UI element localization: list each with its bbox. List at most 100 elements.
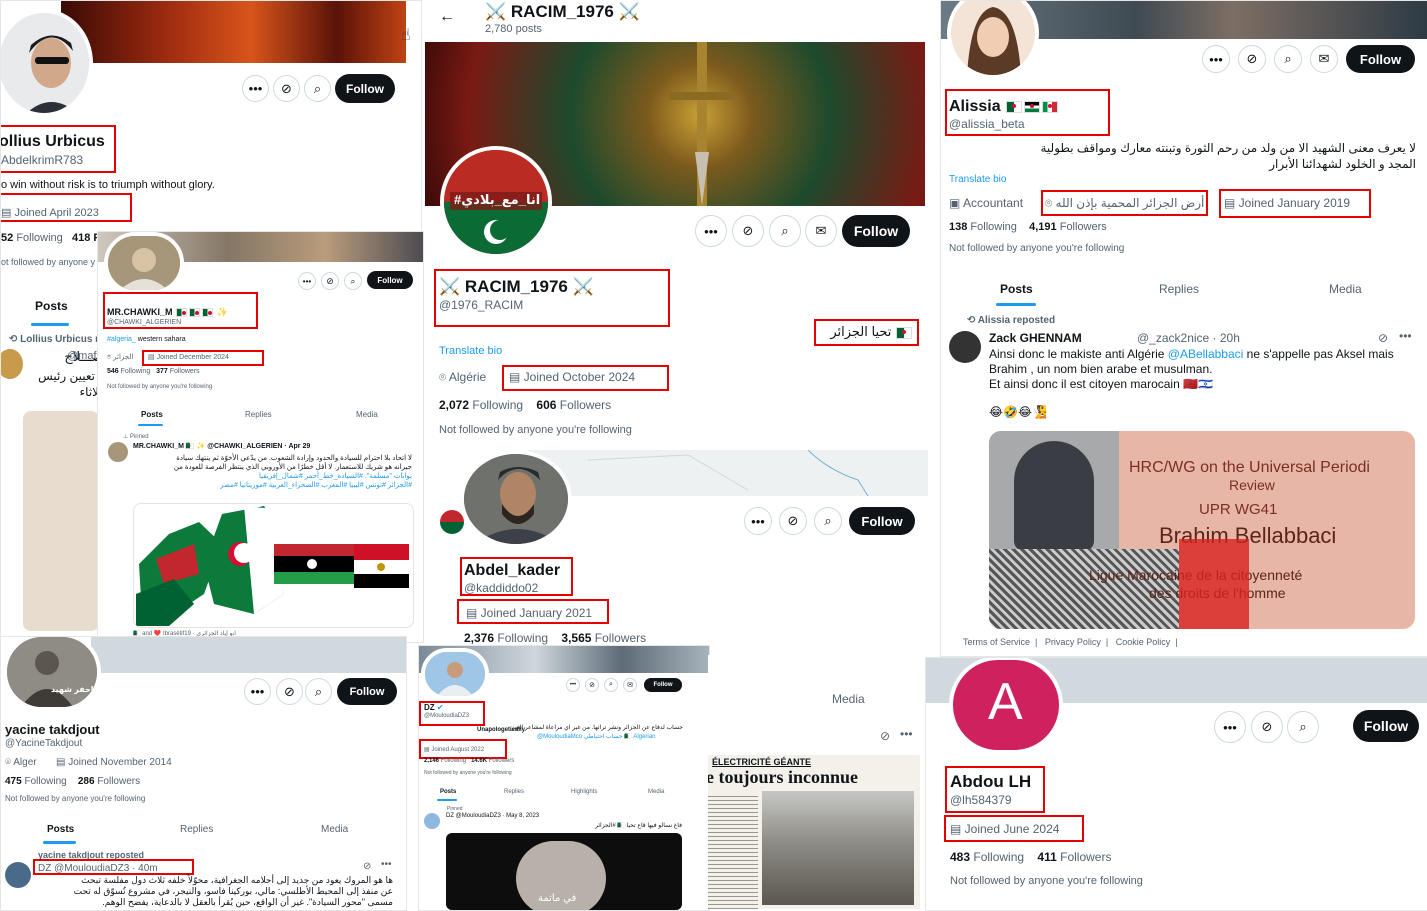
repost-label: ⟲ Lollius Urbicus r: [9, 334, 100, 345]
more-options-button[interactable]: •••: [242, 75, 269, 102]
tab-replies[interactable]: Replies: [180, 824, 213, 835]
not-followed-note: Not followed by anyone you're following: [5, 794, 146, 803]
more-options-button[interactable]: •••: [1214, 711, 1246, 743]
grok-icon[interactable]: ⊘: [1378, 331, 1388, 345]
back-arrow-icon[interactable]: ←: [439, 8, 455, 26]
message-icon[interactable]: ✉: [805, 215, 837, 247]
grok-icon[interactable]: ⊘: [273, 75, 300, 102]
follow-button[interactable]: Follow: [842, 215, 910, 247]
profile-card-racim: ← ⚔️ RACIM_1976 ⚔️ 2,780 posts #انا_مع_ب…: [425, 0, 930, 450]
more-icon[interactable]: •••: [381, 859, 392, 870]
search-icon[interactable]: ⌕: [305, 678, 332, 705]
more-options-button[interactable]: •••: [566, 678, 580, 692]
image-text: Review: [1229, 477, 1275, 493]
profile-location: ⌾ Alger: [5, 757, 37, 768]
follow-stats[interactable]: 2,072 Following 606 Followers: [439, 398, 611, 412]
headline: e toujours inconnue: [708, 767, 859, 787]
follow-stats[interactable]: 2,146 Following 14.6K Followers: [424, 758, 514, 764]
follow-stats[interactable]: 52 Following 418 F: [1, 232, 100, 244]
follow-stats[interactable]: 483 Following 411 Followers: [950, 850, 1111, 864]
message-icon[interactable]: ✉: [623, 678, 637, 692]
profile-avatar[interactable]: احفر شهيد: [3, 637, 101, 711]
highlight-name: [945, 766, 1045, 813]
translate-bio-link[interactable]: Translate bio: [439, 345, 502, 357]
more-options-button[interactable]: •••: [298, 272, 316, 290]
grok-icon[interactable]: ⊘: [1238, 45, 1266, 73]
tweet-image[interactable]: [23, 411, 99, 631]
follow-stats[interactable]: 138 Following 4,191 Followers: [949, 221, 1107, 233]
tweet-image-map[interactable]: [133, 503, 414, 628]
message-icon[interactable]: ✉: [1310, 45, 1338, 73]
repost-label: ⟲ Alissia reposted: [967, 315, 1056, 326]
tab-replies[interactable]: Replies: [245, 410, 272, 419]
follow-button[interactable]: Follow: [1346, 45, 1415, 73]
grok-icon[interactable]: ⊘: [732, 215, 764, 247]
grok-icon[interactable]: ⊘: [779, 507, 807, 535]
tab-media[interactable]: Media: [356, 410, 378, 419]
grok-icon[interactable]: ⊘: [321, 272, 339, 290]
tab-replies[interactable]: Replies: [504, 789, 524, 795]
tweet-avatar[interactable]: [1, 349, 23, 379]
search-icon[interactable]: ⌕: [769, 215, 801, 247]
grok-icon[interactable]: ⊘: [585, 678, 599, 692]
tab-media[interactable]: Media: [832, 692, 865, 706]
search-icon[interactable]: ⌕: [344, 272, 362, 290]
follow-button[interactable]: Follow: [335, 74, 395, 103]
tweet-avatar[interactable]: [949, 331, 981, 363]
search-icon[interactable]: ⌕: [1287, 711, 1319, 743]
follow-button[interactable]: Follow: [644, 678, 682, 692]
profile-location: ⌾ Algérie: [439, 370, 487, 384]
follow-stats[interactable]: 2,376 Following 3,565 Followers: [464, 631, 646, 645]
tweet-avatar[interactable]: [424, 813, 440, 829]
tab-posts[interactable]: Posts: [35, 299, 68, 313]
grok-icon[interactable]: ⊘: [276, 678, 303, 705]
more-options-button[interactable]: •••: [695, 215, 727, 247]
profile-avatar[interactable]: #انا_مع_بلادي: [440, 146, 552, 258]
newspaper-image[interactable]: ÉLECTRICITÉ GÉANTE e toujours inconnue: [708, 755, 920, 909]
follow-button[interactable]: Follow: [849, 507, 915, 535]
tab-highlights[interactable]: Highlights: [571, 789, 597, 795]
follow-button[interactable]: Follow: [1353, 710, 1419, 742]
follow-stats[interactable]: 475 Following 286 Followers: [5, 776, 140, 787]
search-icon[interactable]: ⌕: [814, 507, 842, 535]
avatar-text: #انا_مع_بلادي: [454, 192, 541, 207]
more-options-button[interactable]: •••: [1202, 45, 1230, 73]
follow-stats[interactable]: 546 Following 377 Followers: [107, 368, 200, 375]
tab-posts[interactable]: Posts: [1000, 282, 1033, 296]
tweet-image[interactable]: HRC/WG on the Universal Periodi Review U…: [989, 431, 1415, 629]
more-options-button[interactable]: •••: [244, 678, 271, 705]
tweet-avatar[interactable]: [108, 442, 128, 462]
tweet-emoji: 😂🤣😂🧏: [989, 405, 1047, 419]
profile-avatar[interactable]: [460, 450, 572, 548]
profile-avatar[interactable]: [104, 232, 184, 294]
profile-avatar[interactable]: [421, 648, 489, 700]
not-followed-note: Not followed by anyone you're following: [949, 243, 1125, 254]
image-text: HRC/WG on the Universal Periodi: [1129, 459, 1370, 476]
tab-posts[interactable]: Posts: [440, 789, 456, 795]
grok-icon[interactable]: ⊘: [363, 861, 371, 872]
tab-media[interactable]: Media: [1329, 282, 1362, 296]
tweet-avatar[interactable]: [5, 862, 31, 888]
profile-avatar[interactable]: [1, 9, 93, 117]
tab-underline: [31, 323, 69, 326]
grok-icon[interactable]: ⊘: [880, 729, 890, 743]
tab-replies[interactable]: Replies: [1159, 282, 1199, 296]
tab-media[interactable]: Media: [648, 789, 664, 795]
profile-bio-3[interactable]: @MouloudiaMco حساب احتياطي 🇩🇿 Algerian: [537, 733, 655, 740]
tab-posts[interactable]: Posts: [141, 410, 163, 419]
more-options-button[interactable]: •••: [744, 507, 772, 535]
follow-button[interactable]: Follow: [367, 271, 413, 289]
tab-posts[interactable]: Posts: [47, 824, 74, 835]
grok-icon[interactable]: ⊘: [1251, 711, 1283, 743]
search-icon[interactable]: ⌕: [604, 678, 618, 692]
search-icon[interactable]: ⌕: [1274, 45, 1302, 73]
search-icon[interactable]: ⌕: [304, 75, 331, 102]
more-icon[interactable]: •••: [900, 727, 913, 741]
tab-media[interactable]: Media: [321, 824, 348, 835]
tweet-video[interactable]: في ماتمة: [446, 833, 682, 910]
profile-avatar[interactable]: [947, 1, 1039, 79]
translate-bio-link[interactable]: Translate bio: [949, 174, 1006, 185]
profile-avatar[interactable]: A: [949, 658, 1063, 754]
follow-button[interactable]: Follow: [337, 678, 397, 705]
more-icon[interactable]: •••: [1399, 329, 1412, 343]
